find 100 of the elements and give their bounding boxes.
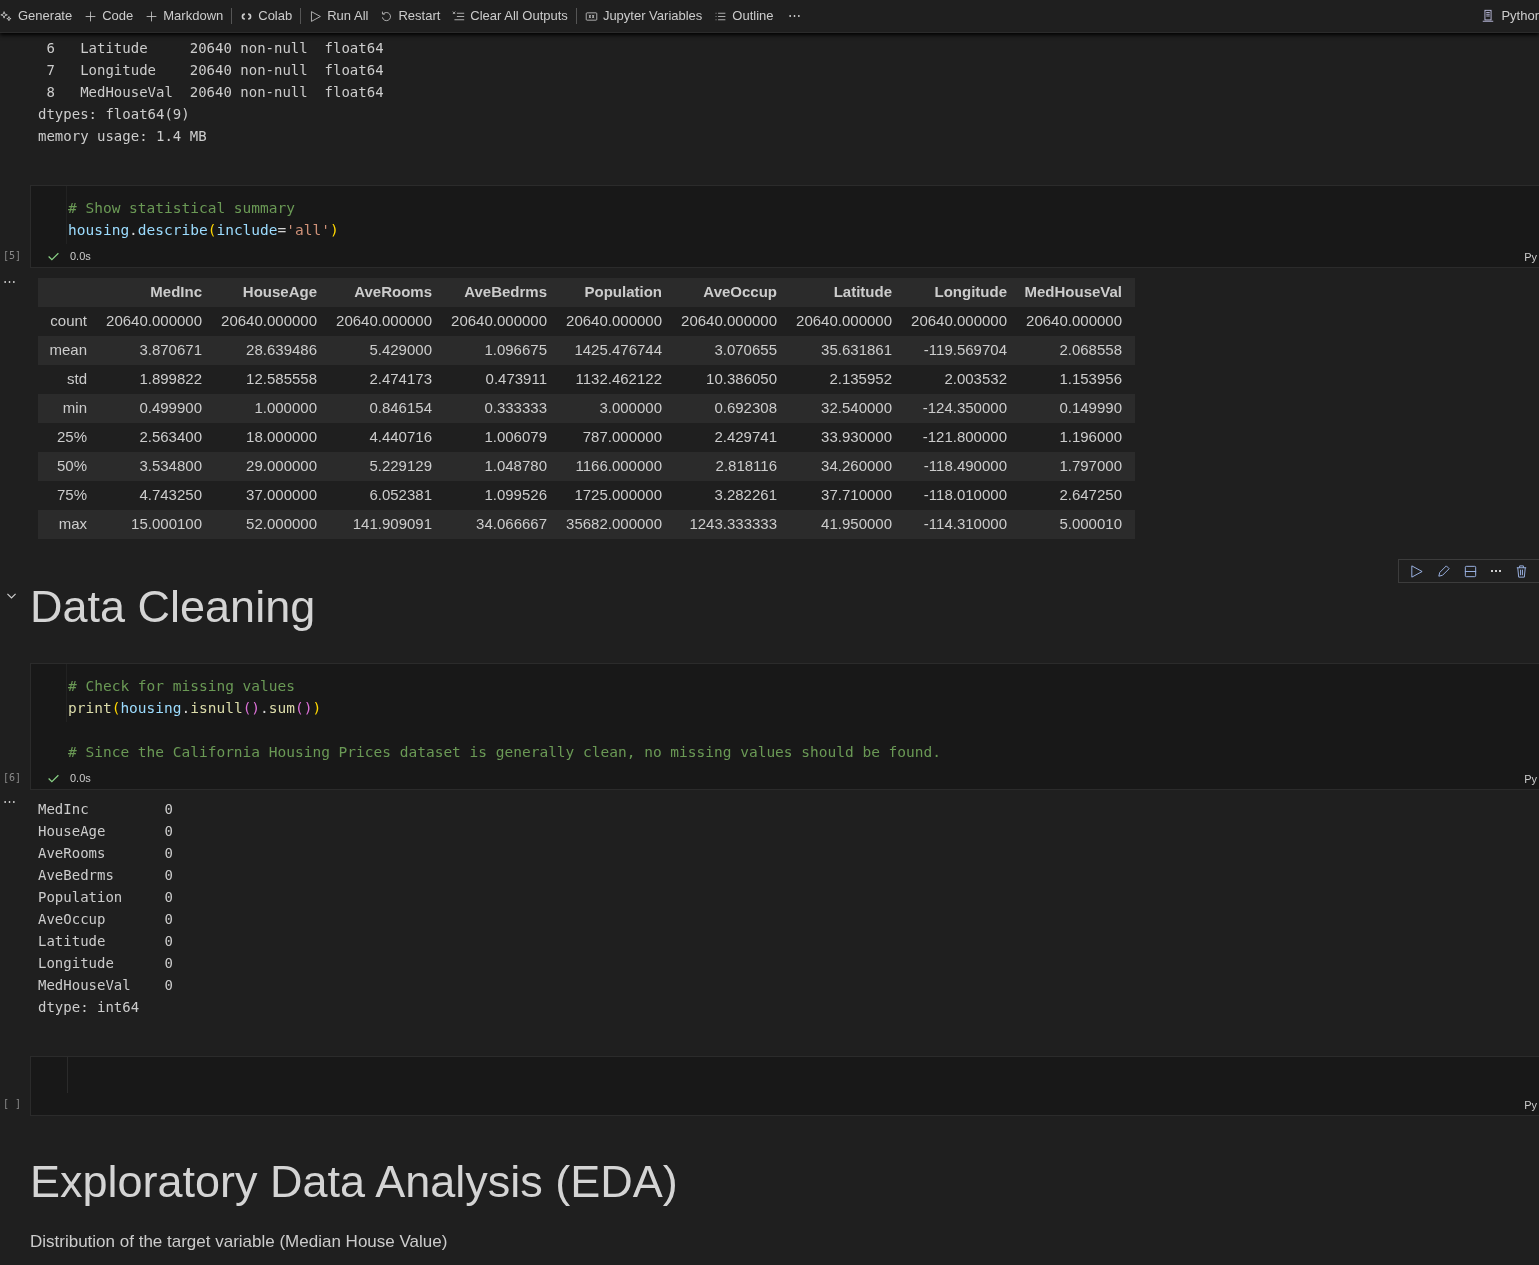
code-line: print(housing.isnull().sum()) (68, 699, 323, 718)
column-header: AveBedrms (463, 282, 548, 303)
toolbar-button[interactable]: Markdown (139, 5, 230, 27)
table-cell-text: 4.440716 (368, 427, 433, 448)
table-cell-text: 1425.476744 (573, 340, 663, 361)
table-cell-text: 2.135952 (828, 369, 893, 390)
output-menu-button[interactable]: ⋯ (3, 272, 16, 292)
column-header: AveRooms (353, 282, 433, 303)
kernel-icon (1481, 9, 1496, 23)
table-cell-text: 141.909091 (351, 514, 433, 535)
clear-list-icon (452, 9, 466, 23)
table-cell-text: 29.000000 (245, 456, 318, 477)
plus-icon (145, 9, 159, 23)
language-label: Py (1524, 771, 1537, 787)
row-header: min (61, 398, 88, 419)
table-cell-text: 6.052381 (368, 485, 433, 506)
column-header: Population (583, 282, 663, 303)
row-header: 25% (55, 427, 88, 448)
toolbar-button[interactable]: Restart (374, 5, 447, 27)
table-cell-text: 20640.000000 (565, 311, 663, 332)
table-cell-text: 34.066667 (475, 514, 548, 535)
split-icon (1463, 563, 1478, 579)
table-cell-text: 2.563400 (138, 427, 203, 448)
execution-count: [6] (3, 771, 22, 785)
edit-button[interactable] (1436, 563, 1451, 579)
table-cell-text: 1166.000000 (574, 456, 663, 477)
trash-icon (1514, 563, 1529, 579)
code-line: # Check for missing values (68, 677, 296, 696)
sparkle-icon (0, 9, 13, 23)
table-cell-text: 20640.000000 (335, 311, 433, 332)
table-cell-text: 20640.000000 (795, 311, 893, 332)
table-cell-text: 1243.333333 (688, 514, 778, 535)
code-line: # Show statistical summary (68, 199, 296, 218)
more-button[interactable]: ⋯ (779, 5, 808, 27)
column-header: HouseAge (241, 282, 318, 303)
section-heading: Data Cleaning (30, 581, 317, 633)
toolbar-button[interactable]: Code (78, 5, 140, 27)
table-cell-text: 1.006079 (483, 427, 548, 448)
table-cell-text: 20640.000000 (220, 311, 318, 332)
table-cell-text: 2.429741 (713, 427, 778, 448)
table-cell-text: 20640.000000 (910, 311, 1008, 332)
table-cell-text: 41.950000 (820, 514, 893, 535)
table-cell-text: -124.350000 (921, 398, 1008, 419)
code-cell[interactable]: Py (30, 1056, 1539, 1116)
table-cell-text: 37.000000 (245, 485, 318, 506)
table-cell-text: 1.099526 (483, 485, 548, 506)
table-cell-text: 5.000010 (1058, 514, 1123, 535)
table-cell-text: 3.282261 (713, 485, 778, 506)
table-cell-text: 32.540000 (820, 398, 893, 419)
table-cell-text: 2.474173 (368, 369, 433, 390)
table-cell-text: -121.800000 (921, 427, 1008, 448)
table-cell-text: 18.000000 (245, 427, 318, 448)
toolbar-button[interactable]: Jupyter Variables (578, 5, 709, 27)
output-menu-button[interactable]: ⋯ (3, 792, 16, 812)
run-all-button[interactable]: Run All (303, 5, 375, 27)
table-cell-text: 28.639486 (245, 340, 318, 361)
table-cell-text: 0.692308 (713, 398, 778, 419)
code-cell[interactable]: # Show statistical summary housing.describe(include='all') 0.0s Py (30, 185, 1539, 268)
toolbar-button[interactable]: Colab (234, 5, 299, 27)
toolbar-button[interactable]: Outline (708, 5, 780, 27)
table-cell-text: 5.429000 (368, 340, 433, 361)
table-cell-text: 10.386050 (705, 369, 778, 390)
row-header: count (49, 311, 88, 332)
table-cell-text: 1.153956 (1058, 369, 1123, 390)
table-cell-text: 3.000000 (598, 398, 663, 419)
section-heading: Exploratory Data Analysis (EDA) (30, 1156, 679, 1208)
plus-icon (84, 9, 98, 23)
toolbar-button[interactable]: Generate (0, 5, 79, 27)
pencil-icon (1436, 563, 1451, 579)
paragraph: Distribution of the target variable (Median House Value) (29, 1232, 449, 1252)
variables-icon (584, 9, 598, 23)
table-cell-text: 0.149990 (1058, 398, 1123, 419)
table-cell-text: 35682.000000 (565, 514, 663, 535)
table-cell-text: 3.870671 (138, 340, 203, 361)
column-header: MedHouseVal (1023, 282, 1123, 303)
table-cell-text: 1.899822 (138, 369, 203, 390)
play-icon (309, 9, 323, 23)
table-cell-text: 3.070655 (713, 340, 778, 361)
split-cell-button[interactable] (1463, 563, 1478, 579)
run-cell-button[interactable] (1409, 563, 1424, 579)
kernel-button[interactable]: Pythor (1473, 6, 1539, 26)
console-output: MedInc 0 HouseAge 0 AveRooms 0 AveBedrms 0 Population 0 AveOccup 0 Latitude 0 Longitude 0 MedHouseVal 0 dtype: int64 (38, 800, 174, 1017)
table-cell-text: 3.534800 (138, 456, 203, 477)
code-line: housing.describe(include='all') (68, 221, 340, 240)
code-cell[interactable]: # Check for missing values print(housing.isnull().sum()) # Since the California Housing Prices dataset is generally clean, no missing values should be found. 0.0s Py (30, 663, 1539, 790)
toolbar-button[interactable]: Clear All Outputs (446, 5, 574, 27)
execution-count: [ ] (3, 1097, 22, 1111)
table-cell-text: 52.000000 (245, 514, 318, 535)
table-cell-text: 1.000000 (253, 398, 318, 419)
table-cell-text: 2.818116 (714, 456, 778, 477)
table-cell-text: 0.846154 (368, 398, 433, 419)
table-cell-text: 1132.462122 (574, 369, 663, 390)
table-cell-text: 1.096675 (483, 340, 548, 361)
column-header: MedInc (149, 282, 203, 303)
table-cell-text: -114.310000 (922, 514, 1008, 535)
table-cell-text: 1.797000 (1058, 456, 1123, 477)
row-header: max (57, 514, 88, 535)
table-cell-text: 20640.000000 (1025, 311, 1123, 332)
code-line: # Since the California Housing Prices dataset is generally clean, no missing values should be found. (68, 743, 942, 762)
delete-button[interactable] (1514, 563, 1529, 579)
